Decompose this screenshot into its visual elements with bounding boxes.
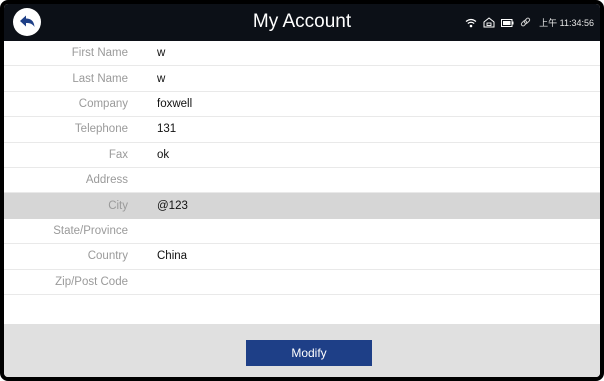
field-label: Fax: [108, 148, 128, 161]
city-field[interactable]: @123: [157, 193, 188, 217]
action-bar: Modify: [4, 324, 600, 377]
country-field[interactable]: China: [157, 244, 187, 268]
device-frame: My Account 上午 11:34:56 First Name w Last…: [0, 0, 604, 381]
field-row-first-name[interactable]: First Name w: [4, 41, 600, 67]
field-row-last-name[interactable]: Last Name w: [4, 66, 600, 92]
link-icon: [520, 17, 531, 28]
field-row-zip-post-code[interactable]: Zip/Post Code: [4, 269, 600, 295]
field-label: Last Name: [72, 72, 128, 85]
title-bar: My Account 上午 11:34:56: [4, 4, 600, 41]
battery-icon: [501, 18, 514, 27]
modify-button[interactable]: Modify: [246, 340, 372, 366]
field-row-company[interactable]: Company foxwell: [4, 91, 600, 118]
home-icon: [483, 17, 495, 28]
status-bar: 上午 11:34:56: [465, 4, 594, 41]
back-arrow-icon: [20, 15, 35, 27]
clock-time: 上午 11:34:56: [539, 18, 594, 28]
field-row-telephone[interactable]: Telephone 131: [4, 117, 600, 143]
telephone-field[interactable]: 131: [157, 117, 176, 141]
field-label: State/Province: [53, 224, 128, 237]
first-name-field[interactable]: w: [157, 41, 165, 65]
field-label: Address: [85, 174, 128, 187]
fax-field[interactable]: ok: [157, 143, 169, 167]
blank-row: [4, 294, 600, 325]
account-form: First Name w Last Name w Company foxwell…: [4, 41, 600, 325]
last-name-field[interactable]: w: [157, 66, 165, 90]
field-label: Zip/Post Code: [55, 275, 128, 288]
field-row-state-province[interactable]: State/Province: [4, 218, 600, 245]
field-label: City: [108, 199, 128, 212]
wifi-icon: [465, 18, 477, 28]
company-field[interactable]: foxwell: [157, 92, 192, 116]
field-row-address[interactable]: Address: [4, 167, 600, 194]
field-row-city[interactable]: City @123: [4, 193, 600, 219]
field-label: Telephone: [74, 123, 128, 136]
field-label: Company: [78, 97, 128, 110]
field-row-fax[interactable]: Fax ok: [4, 142, 600, 168]
field-label: First Name: [71, 47, 128, 60]
field-row-country[interactable]: Country China: [4, 244, 600, 270]
back-button[interactable]: [13, 8, 41, 36]
field-label: Country: [87, 250, 128, 263]
